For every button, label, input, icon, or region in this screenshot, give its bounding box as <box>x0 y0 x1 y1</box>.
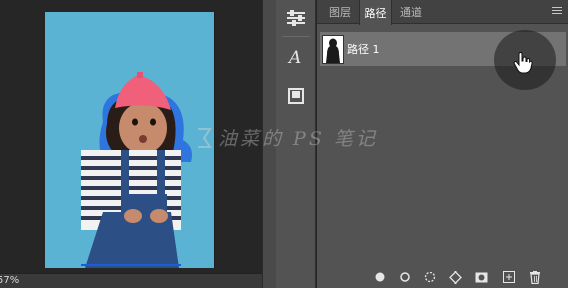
properties-adjust-icon[interactable] <box>284 6 308 30</box>
dock-separator <box>282 36 310 37</box>
tab-paths[interactable]: 路径 <box>359 0 392 25</box>
zoom-level[interactable]: 57% <box>0 275 19 286</box>
photo-girl <box>45 12 214 268</box>
panel-menu-icon[interactable] <box>552 7 562 17</box>
photoshop-window: 57% A 图层 路径 通道 路径 1 油菜的 PS 笔记 <box>0 0 568 288</box>
status-bar: 57% <box>0 273 262 288</box>
watermark: 油菜的 PS 笔记 <box>196 124 378 151</box>
delete-path-icon[interactable] <box>528 270 542 284</box>
add-mask-icon[interactable] <box>474 270 488 284</box>
tab-channels[interactable]: 通道 <box>393 0 429 24</box>
document-canvas[interactable] <box>45 12 215 268</box>
paths-panel-footer <box>317 266 568 288</box>
make-work-path-icon[interactable] <box>448 270 462 284</box>
load-selection-icon[interactable] <box>423 270 437 284</box>
hand-cursor-icon <box>513 51 533 78</box>
character-icon[interactable]: A <box>284 45 308 69</box>
watermark-text: 油菜的 PS 笔记 <box>218 128 378 150</box>
paragraph-icon[interactable] <box>284 84 308 108</box>
fill-path-icon[interactable] <box>373 270 387 284</box>
svg-text:A: A <box>287 48 301 67</box>
path-thumbnail <box>322 35 344 64</box>
watermark-logo-icon <box>198 127 212 148</box>
panel-tabs: 图层 路径 通道 <box>317 0 568 25</box>
tab-layers[interactable]: 图层 <box>321 0 359 24</box>
path-name: 路径 1 <box>347 43 380 56</box>
stroke-path-icon[interactable] <box>398 270 412 284</box>
new-path-icon[interactable] <box>502 270 516 284</box>
